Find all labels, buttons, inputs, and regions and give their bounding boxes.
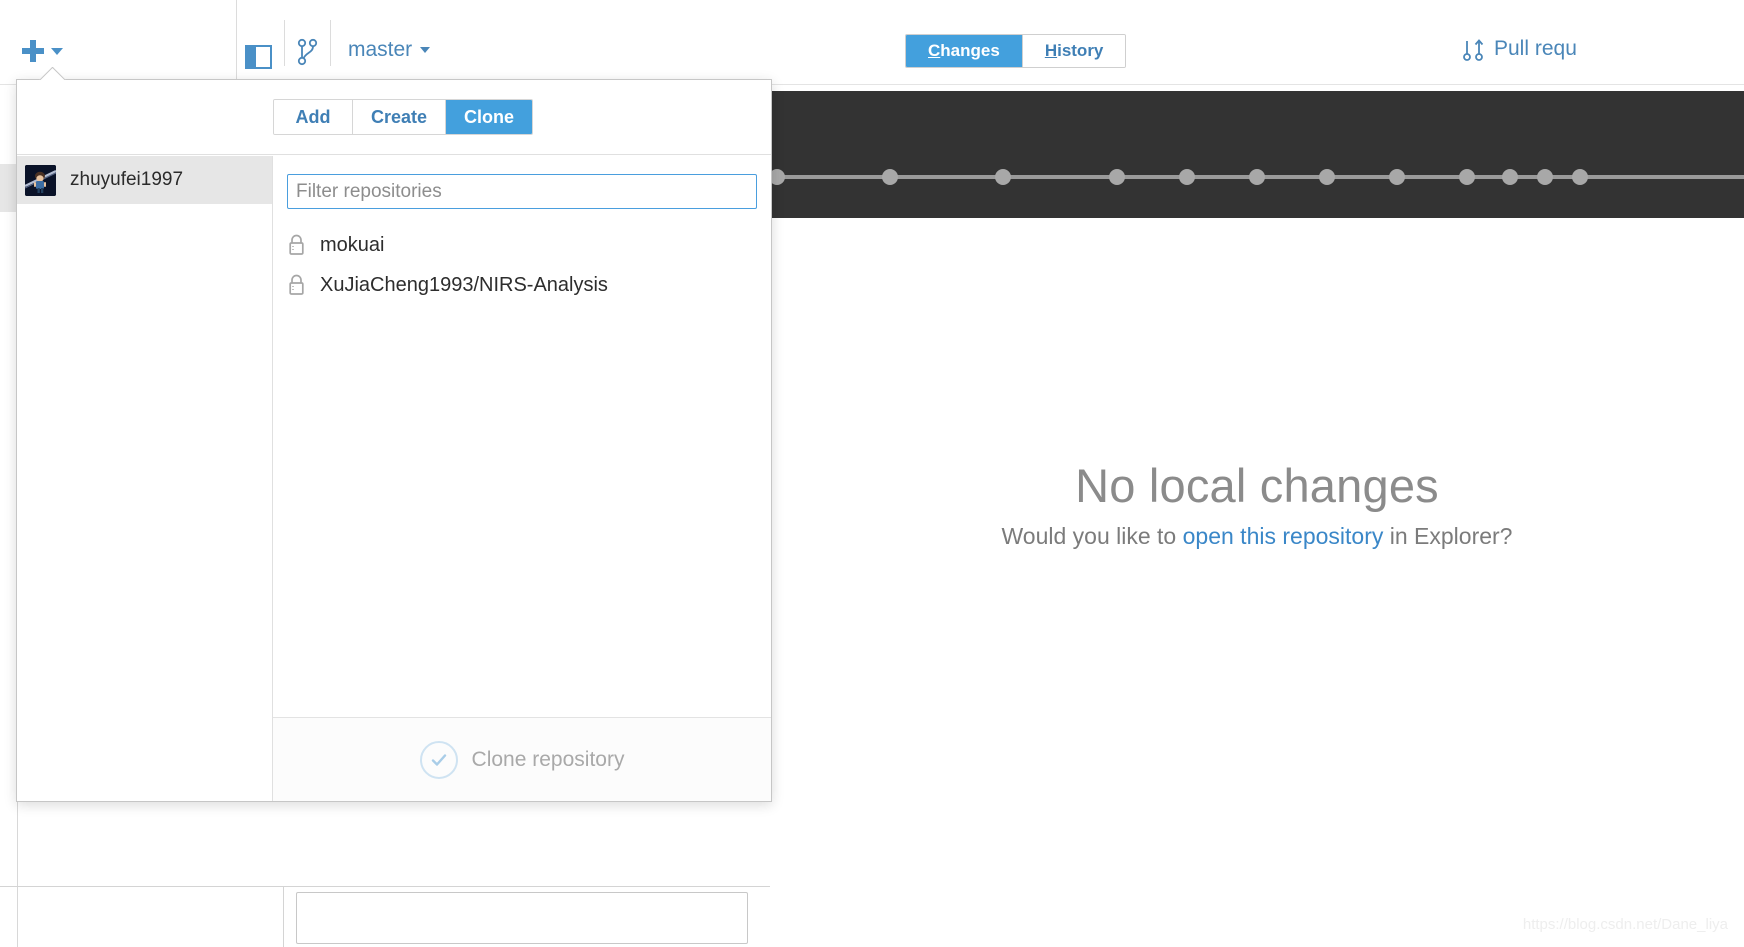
clone-repository-button[interactable]: Clone repository bbox=[419, 740, 625, 779]
tab-add[interactable]: Add bbox=[274, 100, 353, 134]
add-repository-popover: Add Create Clone zhuyufei1997 Filter rep… bbox=[16, 79, 772, 802]
repository-name-label: XuJiaCheng1993/NIRS-Analysis bbox=[320, 273, 608, 296]
empty-state-suffix: in Explorer? bbox=[1383, 523, 1513, 549]
tab-clone[interactable]: Clone bbox=[446, 100, 533, 134]
accounts-column: zhuyufei1997 bbox=[17, 156, 273, 801]
commit-panel-left-rule bbox=[283, 886, 284, 947]
add-repository-dropdown-button[interactable] bbox=[22, 40, 63, 62]
clone-repository-label: Clone repository bbox=[471, 747, 625, 771]
watermark: https://blog.csdn.net/Dane_liya bbox=[1522, 916, 1728, 933]
lock-icon bbox=[289, 274, 304, 295]
changes-history-toggle: Changes History bbox=[905, 34, 1127, 68]
open-repository-link[interactable]: open this repository bbox=[1183, 523, 1384, 549]
repository-list: mokuai XuJiaCheng1993/NIRS-Analysis bbox=[273, 219, 771, 717]
tab-history-label: istory bbox=[1057, 41, 1104, 60]
popover-header: Add Create Clone bbox=[17, 80, 771, 155]
commit-dot[interactable] bbox=[1109, 169, 1125, 185]
empty-state-subtitle: Would you like to open this repository i… bbox=[1002, 523, 1513, 550]
commit-graph-band bbox=[770, 91, 1744, 218]
lock-icon bbox=[289, 234, 304, 255]
popover-body: zhuyufei1997 mokuai XuJiaCheng1993/NIRS-A… bbox=[17, 156, 771, 801]
tab-changes-accel: C bbox=[928, 41, 941, 60]
repository-list-item[interactable]: XuJiaCheng1993/NIRS-Analysis bbox=[273, 265, 771, 305]
filter-repositories-input[interactable] bbox=[287, 174, 757, 209]
commit-dot[interactable] bbox=[1319, 169, 1335, 185]
account-name-label: zhuyufei1997 bbox=[70, 169, 184, 190]
commit-dot[interactable] bbox=[1537, 169, 1553, 185]
commit-dot[interactable] bbox=[1572, 169, 1588, 185]
empty-state-prefix: Would you like to bbox=[1001, 523, 1183, 549]
branch-selector[interactable]: master bbox=[348, 38, 431, 62]
commit-dot[interactable] bbox=[770, 169, 785, 185]
chevron-down-icon bbox=[420, 47, 431, 53]
tab-changes-label: hanges bbox=[940, 41, 1000, 60]
toolbar-divider-1 bbox=[236, 0, 237, 85]
filter-wrapper bbox=[273, 156, 771, 219]
chevron-down-icon bbox=[51, 47, 63, 55]
branch-name-label: master bbox=[348, 38, 413, 61]
commit-dot[interactable] bbox=[882, 169, 898, 185]
plus-icon bbox=[22, 40, 44, 62]
no-local-changes-panel: No local changes Would you like to open … bbox=[770, 218, 1744, 947]
commit-panel-top-rule bbox=[0, 886, 770, 887]
popover-arrow bbox=[39, 67, 67, 80]
commit-dot[interactable] bbox=[1389, 169, 1405, 185]
account-row[interactable]: zhuyufei1997 bbox=[17, 156, 272, 204]
commit-summary-input[interactable] bbox=[296, 892, 748, 944]
toolbar-divider-2 bbox=[284, 20, 285, 66]
pull-request-button[interactable]: Pull requ bbox=[1462, 36, 1577, 62]
page-title: No local changes bbox=[1075, 459, 1439, 512]
pull-request-label: Pull requ bbox=[1494, 37, 1577, 60]
commit-dot[interactable] bbox=[1459, 169, 1475, 185]
commit-dot[interactable] bbox=[995, 169, 1011, 185]
popover-tab-group: Add Create Clone bbox=[273, 99, 534, 135]
commit-dot[interactable] bbox=[1249, 169, 1265, 185]
branch-icon bbox=[297, 38, 318, 66]
tab-create[interactable]: Create bbox=[353, 100, 447, 134]
toolbar-divider-3 bbox=[330, 20, 331, 66]
check-circle-icon bbox=[419, 740, 458, 779]
github-desktop-window: master Changes History Pull requ No loca… bbox=[0, 0, 1744, 947]
commit-dot[interactable] bbox=[1502, 169, 1518, 185]
commit-dot[interactable] bbox=[1179, 169, 1195, 185]
repository-list-item[interactable]: mokuai bbox=[273, 225, 771, 265]
repository-name-label: mokuai bbox=[320, 233, 385, 256]
pull-request-icon bbox=[1463, 39, 1484, 61]
repositories-column: mokuai XuJiaCheng1993/NIRS-Analysis Clone… bbox=[273, 156, 771, 801]
sidebar-toggle-icon[interactable] bbox=[245, 45, 272, 69]
avatar bbox=[25, 164, 56, 196]
popover-footer: Clone repository bbox=[273, 717, 771, 801]
toolbar: master Changes History Pull requ bbox=[0, 0, 1744, 85]
tab-history-accel: H bbox=[1044, 41, 1058, 60]
tab-history[interactable]: History bbox=[1022, 35, 1126, 67]
tab-changes[interactable]: Changes bbox=[906, 35, 1023, 67]
